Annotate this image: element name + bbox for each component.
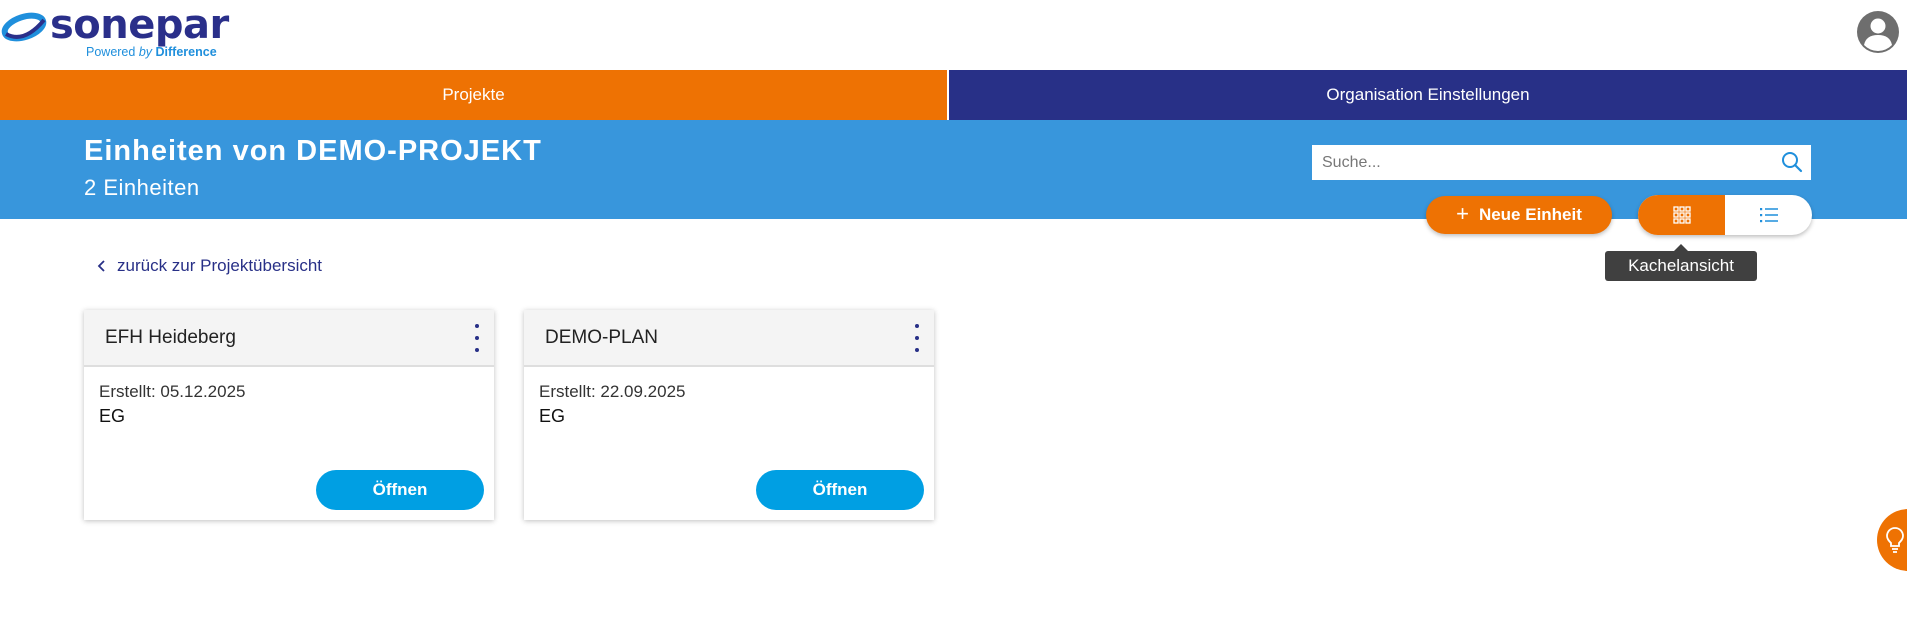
unit-card: EFH Heideberg Erstellt: 05.12.2025 EG Öf… — [84, 310, 494, 520]
view-tooltip: Kachelansicht — [1605, 244, 1757, 281]
list-icon — [1759, 208, 1778, 223]
top-bar: sonepar Powered by Difference — [0, 0, 1907, 70]
card-title: EFH Heideberg — [105, 327, 236, 348]
logo-tagline-by: by — [138, 45, 153, 59]
search-input[interactable] — [1312, 146, 1762, 179]
back-link-label: zurück zur Projektübersicht — [117, 256, 323, 275]
unit-count: 2 Einheiten — [84, 175, 200, 200]
card-created-date: Erstellt: 22.09.2025 — [539, 382, 686, 401]
search-box — [1312, 145, 1811, 180]
open-button[interactable]: Öffnen — [316, 470, 484, 510]
card-created-date: Erstellt: 05.12.2025 — [99, 382, 246, 401]
card-floor: EG — [539, 406, 566, 426]
unit-card: DEMO-PLAN Erstellt: 22.09.2025 EG Öffnen — [524, 310, 934, 520]
logo-tagline: Powered by Difference — [86, 45, 217, 59]
help-fab[interactable] — [1877, 509, 1907, 571]
card-title: DEMO-PLAN — [545, 327, 658, 348]
card-floor: EG — [99, 406, 126, 426]
tab-organisation-einstellungen[interactable]: Organisation Einstellungen — [949, 70, 1907, 120]
open-button[interactable]: Öffnen — [756, 470, 924, 510]
tile-view-button[interactable] — [1638, 195, 1725, 235]
card-header: EFH Heideberg — [84, 310, 494, 367]
sonepar-logo-mark-icon — [1, 12, 47, 42]
main-nav: Projekte Organisation Einstellungen — [0, 70, 1907, 120]
search-icon[interactable] — [1781, 151, 1803, 173]
tab-projekte[interactable]: Projekte — [0, 70, 947, 120]
back-to-projects-link[interactable]: zurück zur Projektübersicht — [97, 256, 322, 276]
more-options-icon[interactable] — [470, 324, 484, 352]
more-options-icon[interactable] — [910, 324, 924, 352]
plus-icon: + — [1456, 201, 1469, 226]
chevron-left-icon — [97, 260, 105, 272]
sonepar-logo[interactable]: sonepar Powered by Difference — [0, 2, 240, 64]
logo-wordmark: sonepar — [50, 2, 229, 48]
account-circle-icon[interactable] — [1856, 10, 1900, 54]
grid-icon — [1672, 206, 1691, 224]
list-view-button[interactable] — [1725, 195, 1812, 235]
view-toggle — [1638, 195, 1812, 235]
logo-tagline-suffix: Difference — [155, 45, 217, 59]
new-unit-label: Neue Einheit — [1478, 205, 1582, 224]
new-unit-button[interactable]: + Neue Einheit — [1426, 196, 1612, 234]
logo-tagline-prefix: Powered — [86, 45, 136, 59]
card-header: DEMO-PLAN — [524, 310, 934, 367]
page-title: Einheiten von DEMO-PROJEKT — [84, 135, 542, 167]
lightbulb-icon — [1886, 527, 1904, 553]
